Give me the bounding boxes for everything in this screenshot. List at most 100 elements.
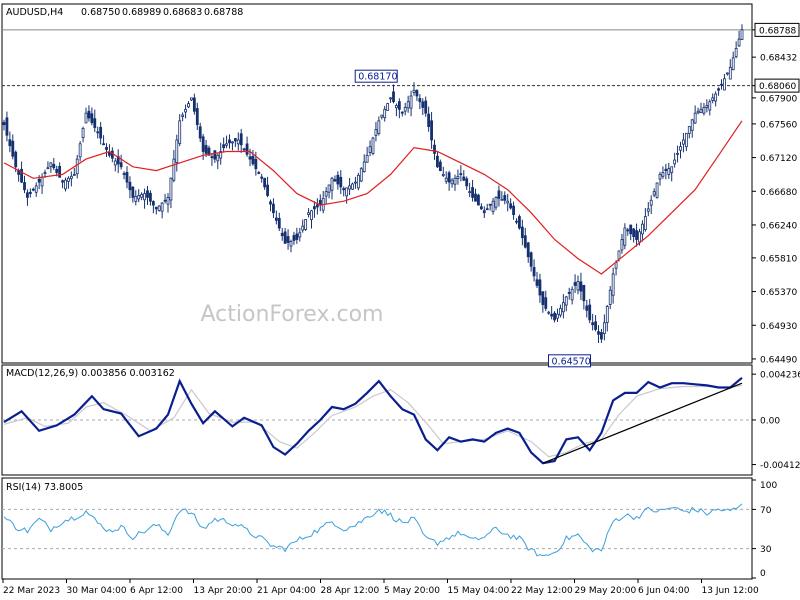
candle-body: [389, 97, 392, 100]
candle-body: [204, 145, 208, 154]
candle-body: [327, 184, 331, 193]
candle-body: [14, 151, 18, 168]
candle-body: [78, 143, 82, 158]
candle-body: [482, 210, 486, 214]
candle-body: [295, 233, 299, 240]
candle-body: [567, 292, 571, 294]
candle-body: [93, 118, 97, 128]
header-low: 0.68683: [163, 7, 202, 18]
candle-body: [661, 172, 665, 177]
candle-body: [591, 322, 595, 326]
candle-body: [213, 150, 217, 160]
candle-body: [248, 156, 252, 160]
candle-body: [397, 101, 401, 110]
candle-body: [377, 120, 381, 134]
header-symbol: AUDUSD,H4: [6, 7, 63, 18]
candle-body: [433, 144, 436, 154]
rsi-title: RSI(14) 73.8005: [6, 482, 83, 493]
candle-body: [386, 103, 390, 111]
candle-body: [646, 208, 650, 212]
candle-body: [497, 190, 501, 199]
macd-title: MACD(12,26,9) 0.003856 0.003162: [6, 368, 175, 379]
candle-body: [198, 126, 202, 139]
candle-body: [58, 165, 62, 178]
candle-body: [201, 136, 205, 152]
candle-body: [441, 174, 445, 176]
candle-body: [146, 190, 149, 198]
candle-body: [588, 304, 592, 321]
candle-body: [456, 175, 460, 179]
candle-body: [304, 219, 308, 230]
candle-body: [330, 177, 334, 191]
price-tick-label: 0.65370: [760, 288, 797, 298]
candle-body: [72, 174, 76, 176]
candle-body: [52, 163, 56, 169]
candle-body: [503, 195, 507, 201]
macd-tick-label: 0.004236: [760, 371, 800, 381]
candle-body: [632, 228, 636, 238]
candle-body: [453, 177, 457, 185]
candle-body: [49, 162, 53, 167]
time-tick-label: 30 Mar 04:00: [67, 586, 127, 596]
candle-body: [143, 193, 146, 201]
candle-body: [582, 284, 586, 302]
candle-body: [711, 97, 715, 101]
candle-body: [125, 172, 129, 183]
candle-body: [400, 111, 404, 114]
candle-body: [280, 232, 284, 237]
candle-body: [105, 146, 108, 150]
candle-body: [43, 172, 47, 174]
candle-body: [5, 117, 9, 136]
candle-body: [705, 105, 709, 108]
candle-body: [679, 146, 682, 151]
candle-body: [406, 101, 410, 109]
candle-body: [430, 120, 433, 141]
candle-body: [298, 232, 302, 238]
candle-body: [447, 172, 451, 183]
candle-body: [266, 184, 269, 196]
candle-body: [465, 178, 469, 187]
header-high: 0.68989: [122, 7, 161, 18]
candle-body: [643, 216, 647, 230]
candle-body: [532, 267, 536, 277]
candle-body: [245, 143, 249, 155]
candle-body: [272, 203, 275, 214]
header-open: 0.68750: [81, 7, 120, 18]
candle-body: [488, 203, 492, 206]
candle-body: [635, 230, 638, 240]
candle-body: [699, 108, 703, 114]
candle-body: [594, 321, 597, 330]
candle-body: [23, 182, 26, 191]
price-tick-label: 0.66240: [760, 221, 797, 231]
candle-body: [608, 289, 612, 306]
candle-body: [160, 202, 164, 212]
candle-body: [283, 231, 287, 244]
candle-body: [471, 187, 474, 198]
candle-body: [69, 175, 73, 179]
candle-body: [67, 177, 70, 182]
candle-body: [602, 322, 606, 335]
candle-body: [561, 302, 565, 313]
candle-body: [128, 181, 132, 191]
candle-body: [362, 161, 366, 173]
candle-body: [579, 281, 583, 292]
candle-body: [310, 210, 313, 220]
candle-body: [122, 173, 126, 175]
candle-body: [670, 166, 674, 173]
candle-body: [34, 185, 38, 193]
candle-body: [102, 143, 105, 146]
candle-body: [684, 132, 688, 148]
candle-body: [523, 235, 527, 248]
candle-body: [450, 179, 454, 185]
price-marker-label: 0.68060: [759, 82, 796, 92]
candle-body: [233, 138, 237, 142]
candle-body: [46, 167, 50, 170]
candle-body: [673, 159, 677, 165]
candle-body: [140, 194, 144, 198]
candle-body: [383, 108, 387, 119]
candle-body: [597, 331, 600, 335]
candle-body: [623, 227, 627, 246]
candle-body: [702, 107, 706, 114]
candle-body: [339, 176, 343, 188]
candle-body: [31, 188, 35, 191]
